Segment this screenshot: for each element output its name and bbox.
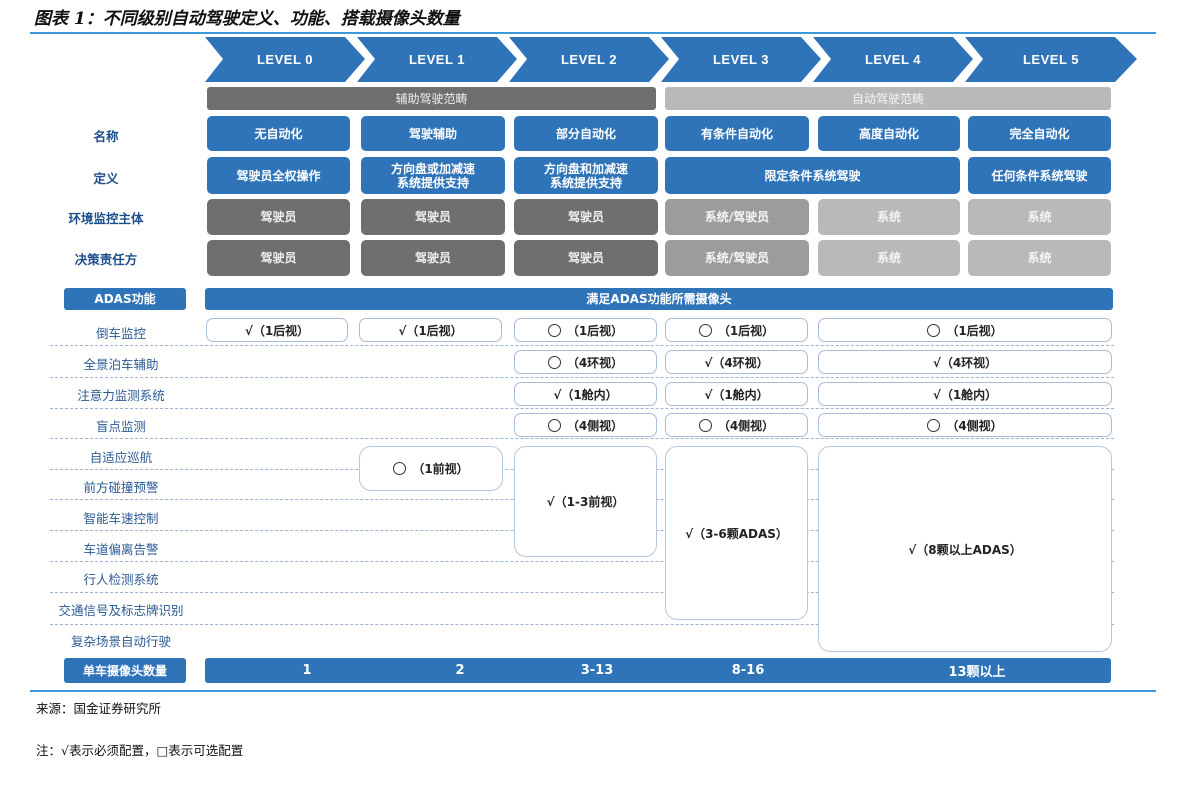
decision-cell: 系统 — [968, 240, 1111, 276]
feature-label: 自适应巡航 — [89, 450, 153, 465]
level-1-header: LEVEL 1 — [357, 37, 517, 82]
row-separator — [50, 438, 1114, 439]
feature-label: 盲点监测 — [95, 419, 146, 434]
name-cell: 部分自动化 — [514, 116, 658, 151]
environment-cell: 系统 — [818, 199, 960, 235]
environment-cell: 驾驶员 — [361, 199, 505, 235]
environment-cell: 驾驶员 — [207, 199, 350, 235]
attention-l3: √（1舱内） — [665, 382, 808, 406]
decision-cell: 驾驶员 — [361, 240, 505, 276]
rear-monitor-l1: √（1后视） — [359, 318, 502, 342]
assist-scope-bar: 辅助驾驶范畴 — [207, 87, 656, 110]
bottom-rule — [30, 690, 1156, 692]
environment-cell: 系统/驾驶员 — [665, 199, 809, 235]
definition-cell: 限定条件系统驾驶 — [665, 157, 960, 194]
optional-circle-icon — [698, 418, 712, 432]
adas-l45-cell: √（8颗以上ADAS） — [818, 446, 1112, 652]
optional-circle-icon — [698, 323, 712, 337]
feature-label: 行人检测系统 — [83, 572, 159, 587]
legend-note: 注：√表示必须配置，□表示可选配置 — [36, 743, 244, 758]
rear-monitor-l45: （1后视） — [818, 318, 1112, 342]
definition-cell: 方向盘或加减速 系统提供支持 — [361, 157, 505, 194]
figure-title: 图表 1：不同级别自动驾驶定义、功能、搭载摄像头数量 — [34, 9, 460, 29]
camera-count-label: 单车摄像头数量 — [64, 658, 186, 683]
name-cell: 有条件自动化 — [665, 116, 809, 151]
feature-label: 倒车监控 — [95, 326, 146, 341]
row-label-environment: 环境监控主体 — [68, 211, 144, 226]
row-separator — [50, 408, 1114, 409]
feature-label: 车道偏离告警 — [83, 542, 159, 557]
top-rule — [30, 32, 1156, 34]
feature-label: 全景泊车辅助 — [83, 357, 159, 372]
feature-label: 注意力监测系统 — [77, 388, 165, 403]
source-note: 来源：国金证券研究所 — [36, 701, 162, 716]
panoramic-l3: √（4环视） — [665, 350, 808, 374]
adas-l2-cell: √（1-3前视） — [514, 446, 657, 557]
optional-circle-icon — [547, 418, 561, 432]
optional-circle-icon — [927, 418, 941, 432]
blind-spot-l2: （4侧视） — [514, 413, 657, 437]
level-0-label: LEVEL 0 — [256, 52, 313, 67]
decision-cell: 驾驶员 — [207, 240, 350, 276]
name-cell: 完全自动化 — [968, 116, 1111, 151]
blind-spot-l3: （4侧视） — [665, 413, 808, 437]
name-cell: 驾驶辅助 — [361, 116, 505, 151]
level-0-header: LEVEL 0 — [205, 37, 365, 82]
level-2-header: LEVEL 2 — [509, 37, 669, 82]
level-4-label: LEVEL 4 — [864, 52, 921, 67]
rear-monitor-l3: （1后视） — [665, 318, 808, 342]
feature-label: 前方碰撞预警 — [83, 480, 159, 495]
camera-count-l3: 8-16 — [731, 663, 765, 678]
optional-circle-icon — [547, 323, 561, 337]
level-5-label: LEVEL 5 — [1022, 52, 1079, 67]
level-5-header: LEVEL 5 — [965, 37, 1137, 82]
name-cell: 高度自动化 — [818, 116, 960, 151]
level-4-header: LEVEL 4 — [813, 37, 973, 82]
acc-l1-cell: （1前视） — [359, 446, 503, 491]
definition-cell: 任何条件系统驾驶 — [968, 157, 1111, 194]
adas-l3-cell: √（3-6颗ADAS） — [665, 446, 808, 620]
row-label-definition: 定义 — [93, 171, 119, 186]
row-label-decision: 决策责任方 — [74, 252, 138, 267]
rear-monitor-l0: √（1后视） — [206, 318, 348, 342]
optional-circle-icon — [547, 355, 561, 369]
environment-cell: 驾驶员 — [514, 199, 658, 235]
level-3-label: LEVEL 3 — [712, 52, 769, 67]
feature-label: 智能车速控制 — [83, 511, 159, 526]
environment-cell: 系统 — [968, 199, 1111, 235]
level-3-header: LEVEL 3 — [661, 37, 821, 82]
row-label-name: 名称 — [93, 129, 119, 144]
decision-cell: 系统 — [818, 240, 960, 276]
definition-cell: 方向盘和加减速 系统提供支持 — [514, 157, 658, 194]
feature-label: 交通信号及标志牌识别 — [58, 603, 184, 618]
attention-l45: √（1舱内） — [818, 382, 1112, 406]
optional-circle-icon — [927, 323, 941, 337]
feature-label: 复杂场景自动行驶 — [70, 634, 171, 649]
blind-spot-l45: （4侧视） — [818, 413, 1112, 437]
rear-monitor-l2: （1后视） — [514, 318, 657, 342]
auto-scope-bar: 自动驾驶范畴 — [665, 87, 1111, 110]
definition-cell: 驾驶员全权操作 — [207, 157, 350, 194]
name-cell: 无自动化 — [207, 116, 350, 151]
adas-label: ADAS功能 — [64, 288, 186, 310]
level-2-label: LEVEL 2 — [560, 52, 617, 67]
decision-cell: 驾驶员 — [514, 240, 658, 276]
panoramic-l45: √（4环视） — [818, 350, 1112, 374]
decision-cell: 系统/驾驶员 — [665, 240, 809, 276]
panoramic-l2: （4环视） — [514, 350, 657, 374]
camera-count-l45: 13颗以上 — [948, 665, 1006, 680]
level-1-label: LEVEL 1 — [408, 52, 465, 67]
adas-banner: 满足ADAS功能所需摄像头 — [205, 288, 1113, 310]
row-separator — [50, 377, 1114, 378]
optional-circle-icon — [393, 462, 407, 475]
attention-l2: √（1舱内） — [514, 382, 657, 406]
row-separator — [50, 345, 1114, 346]
